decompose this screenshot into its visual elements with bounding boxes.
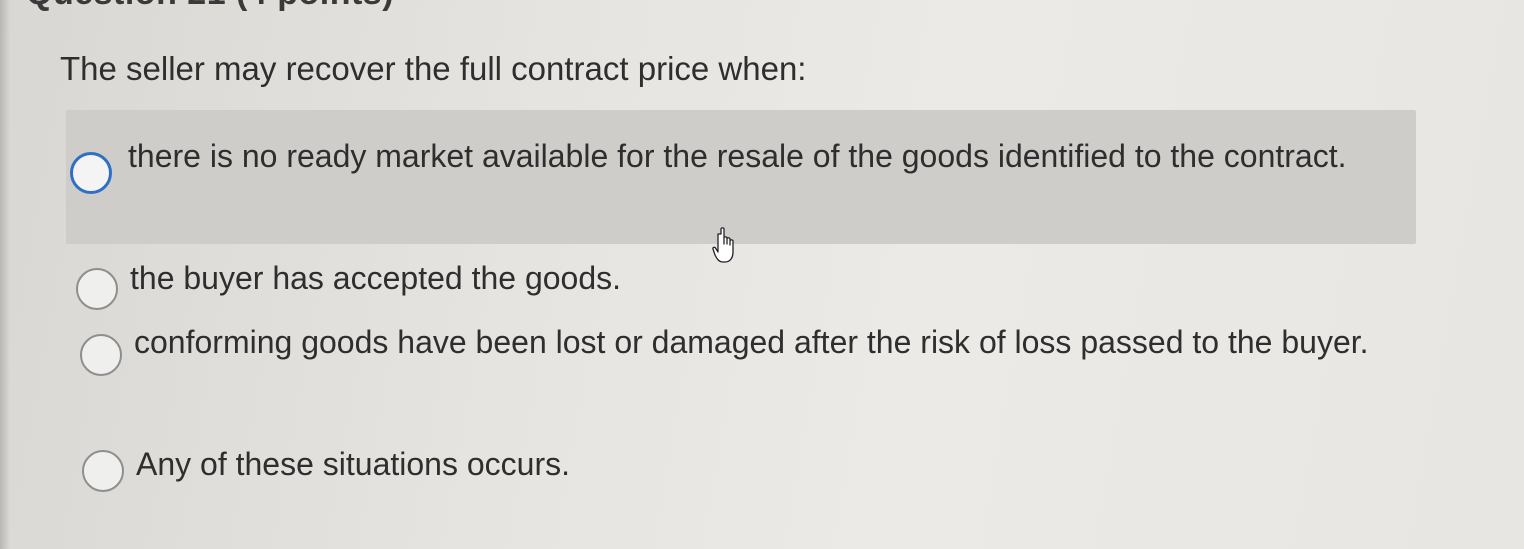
- question-header: Question 21 (4 points): [26, 0, 394, 13]
- question-prompt: The seller may recover the full contract…: [60, 50, 807, 87]
- answer-option-3[interactable]: conforming goods have been lost or damag…: [74, 312, 1414, 432]
- answer-option-1-label: there is no ready market available for t…: [128, 138, 1347, 174]
- radio-button-4[interactable]: [82, 450, 124, 492]
- radio-button-1[interactable]: [70, 152, 112, 194]
- radio-button-2[interactable]: [76, 268, 118, 310]
- left-edge-shadow: [0, 0, 10, 549]
- answer-option-1[interactable]: there is no ready market available for t…: [66, 110, 1416, 244]
- answer-option-4-label: Any of these situations occurs.: [136, 446, 570, 482]
- answer-option-3-label: conforming goods have been lost or damag…: [134, 324, 1369, 360]
- radio-button-3[interactable]: [80, 334, 122, 376]
- hand-pointer-cursor-icon: [712, 227, 734, 263]
- answer-option-4[interactable]: Any of these situations occurs.: [78, 436, 1418, 496]
- answer-option-2-label: the buyer has accepted the goods.: [130, 260, 622, 296]
